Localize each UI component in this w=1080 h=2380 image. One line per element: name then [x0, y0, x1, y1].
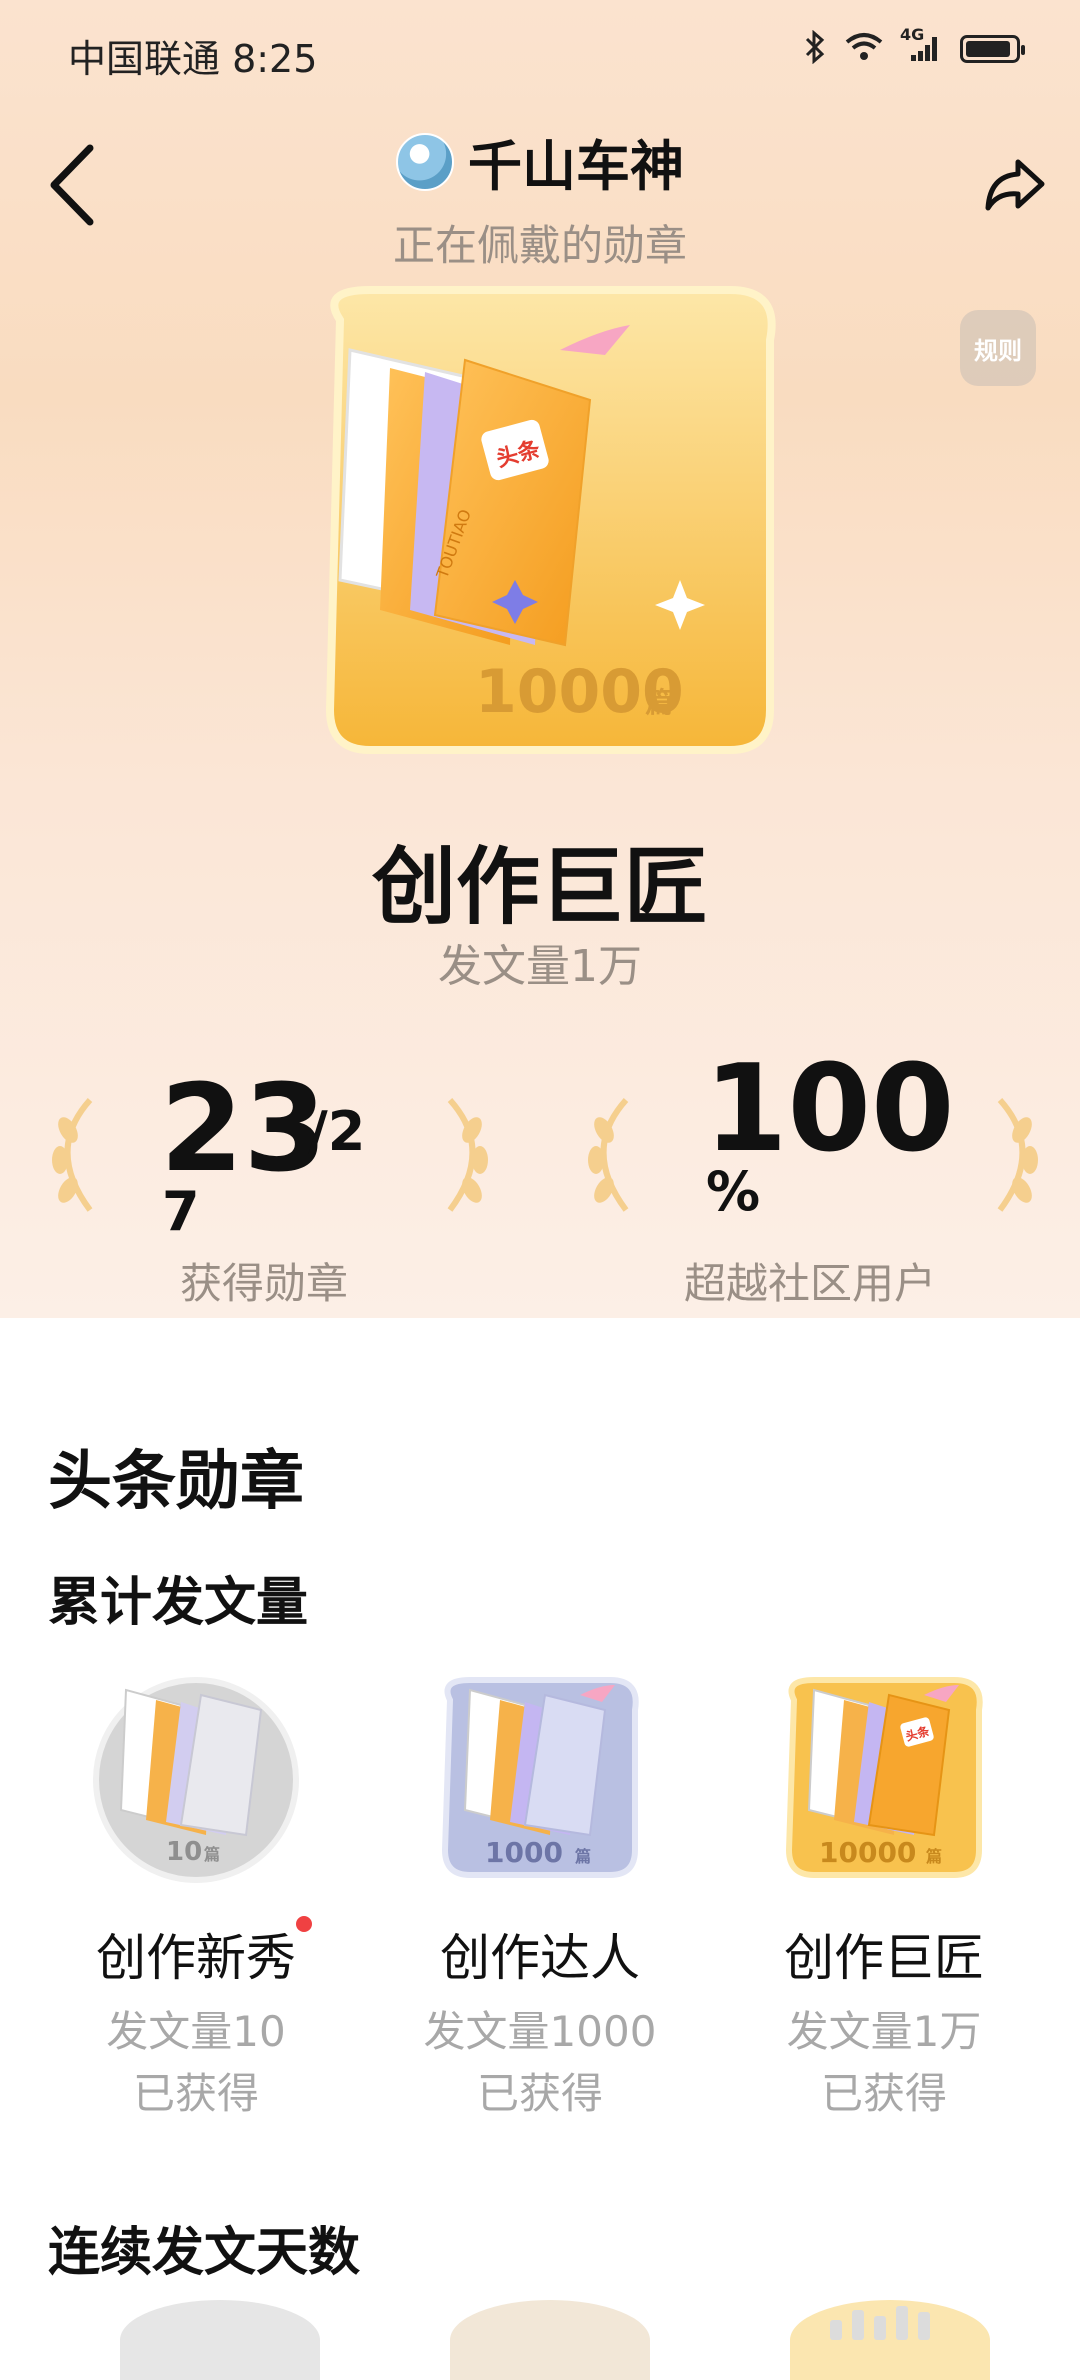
medal-desc: 发文量10: [106, 2007, 286, 2056]
featured-badge-image: 头条 TOUTIAO 10000 篇: [300, 250, 800, 770]
status-bar: 中国联通 8:25 4G: [0, 0, 1080, 110]
medal-count: 10000: [819, 1836, 916, 1869]
scroll-handle: [830, 2300, 1040, 2340]
medal-peek[interactable]: [450, 2300, 650, 2380]
featured-badge-unit: 篇: [645, 686, 673, 719]
avatar[interactable]: [396, 132, 454, 191]
medal-blue-image: 1000 篇: [441, 1677, 639, 1878]
medal-card[interactable]: 头条 10000 篇 创作巨匠 发文量1万 已获得: [734, 1650, 1034, 2130]
stat-earned-value: 23: [160, 1060, 327, 1199]
medal-unit: 篇: [925, 1847, 942, 1866]
cellular-signal-icon: 4G: [900, 25, 942, 67]
medal-card[interactable]: 1000 篇 创作达人 发文量1000 已获得: [390, 1650, 690, 2130]
medal-unit: 篇: [203, 1845, 220, 1864]
battery-icon: [960, 35, 1025, 63]
medal-gold-image: 头条 10000 篇: [785, 1677, 983, 1878]
medal-desc: 发文量1000: [423, 2007, 657, 2056]
stat-rank: 100 % 超越社区用户: [540, 1040, 1080, 1320]
medal-desc: 发文量1万: [786, 2007, 982, 2056]
stat-rank-value: 100: [704, 1040, 955, 1179]
medal-status: 已获得: [476, 2069, 603, 2118]
rules-button[interactable]: 规则: [960, 310, 1036, 386]
username: 千山车神: [468, 135, 684, 198]
carrier-time: 中国联通 8:25: [68, 37, 318, 81]
section-title: 头条勋章: [48, 1445, 304, 1519]
subsection-title-posts: 累计发文量: [48, 1573, 309, 1633]
medal-name: 创作达人: [440, 1929, 640, 1987]
medal-silver-image: 10 篇: [93, 1677, 299, 1883]
featured-badge-desc: 发文量1万: [438, 941, 642, 992]
laurel-left-icon: [588, 1097, 629, 1212]
medal-card[interactable]: 10 篇 创作新秀 发文量10 已获得: [46, 1650, 346, 2130]
medal-count: 1000: [485, 1836, 563, 1869]
status-icons: 4G: [804, 25, 1025, 68]
share-icon: [985, 159, 1045, 211]
bluetooth-icon: [804, 29, 826, 68]
laurel-right-icon: [997, 1097, 1038, 1212]
featured-badge-title: 创作巨匠: [371, 838, 708, 936]
stat-rank-unit: %: [706, 1160, 761, 1223]
medal-status: 已获得: [132, 2069, 259, 2118]
stat-earned-total: /2: [308, 1100, 366, 1163]
stat-earned-label: 获得勋章: [179, 1259, 348, 1308]
medal-status: 已获得: [820, 2069, 947, 2118]
medal-count: 10: [166, 1837, 202, 1867]
stat-earned-total-wrap: 7: [162, 1180, 200, 1243]
user-header: 千山车神: [0, 122, 1080, 201]
laurel-left-icon: [52, 1097, 93, 1212]
stat-earned: 23 /2 7 获得勋章: [0, 1040, 540, 1320]
medal-unit: 篇: [574, 1847, 591, 1866]
subsection-title-streak: 连续发文天数: [48, 2223, 361, 2283]
stat-rank-label: 超越社区用户: [683, 1259, 936, 1308]
new-indicator-dot: [296, 1916, 312, 1932]
medal-peek[interactable]: [120, 2300, 320, 2380]
laurel-right-icon: [447, 1097, 488, 1212]
wifi-icon: [844, 32, 884, 66]
medal-name: 创作巨匠: [784, 1929, 984, 1987]
network-type-label: 4G: [900, 25, 925, 44]
share-button[interactable]: [980, 150, 1050, 220]
